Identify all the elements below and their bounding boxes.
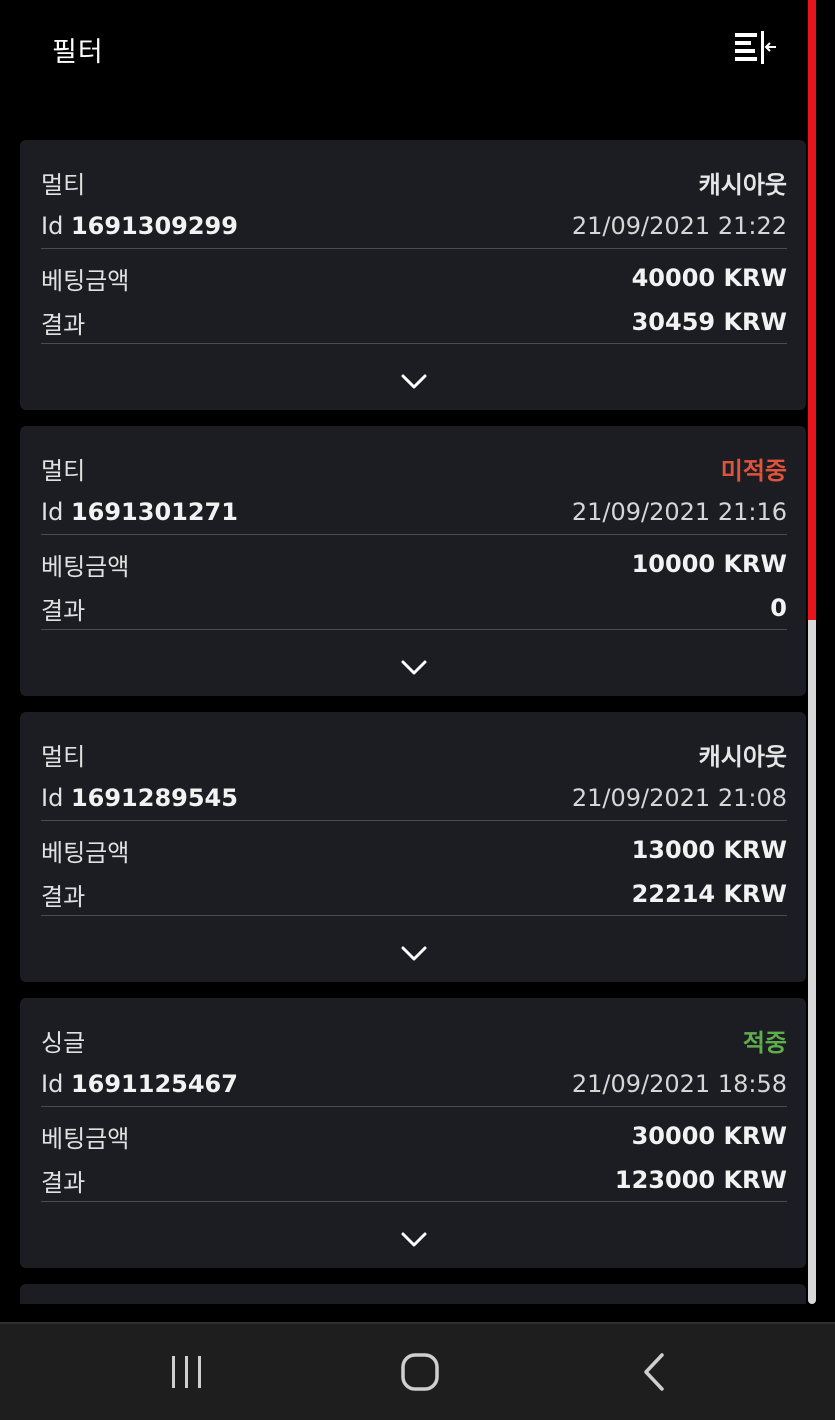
header: 필터 [0, 0, 808, 100]
scrollbar-thumb[interactable] [808, 0, 816, 620]
bet-id-label: Id [41, 784, 64, 812]
result-row: 결과 30459 KRW [41, 304, 787, 340]
system-navbar [0, 1322, 835, 1420]
result-value: 123000 KRW [614, 1166, 787, 1194]
bet-id: Id 1691289545 [41, 784, 238, 812]
home-icon[interactable] [400, 1352, 440, 1392]
bet-id-label: Id [41, 1070, 64, 1098]
chevron-down-icon[interactable] [401, 374, 427, 390]
bet-id-row: Id 1691125467 21/09/2021 18:58 [41, 1066, 787, 1102]
bet-id-label: Id [41, 212, 64, 240]
bet-id-number: 1691301271 [70, 498, 238, 526]
divider [41, 1201, 787, 1202]
bet-id-row: Id 1691301271 21/09/2021 21:16 [41, 494, 787, 530]
stake-row: 베팅금액 40000 KRW [41, 260, 787, 296]
stake-row: 베팅금액 13000 KRW [41, 832, 787, 868]
filter-collapse-icon[interactable] [733, 30, 777, 66]
bet-id: Id 1691301271 [41, 498, 238, 526]
page-title: 필터 [52, 37, 104, 68]
stake-value: 13000 KRW [631, 836, 787, 864]
divider [41, 915, 787, 916]
bet-id-number: 1691289545 [70, 784, 238, 812]
stake-value: 30000 KRW [631, 1122, 787, 1150]
divider [41, 248, 787, 249]
bet-header-row: 싱글 적중 [41, 1022, 787, 1058]
bet-id-label: Id [41, 498, 64, 526]
divider [41, 820, 787, 821]
bet-id: Id 1691309299 [41, 212, 238, 240]
result-row: 결과 22214 KRW [41, 876, 787, 912]
stake-value: 40000 KRW [631, 264, 787, 292]
bet-datetime: 21/09/2021 18:58 [571, 1070, 787, 1098]
bet-header-row: 멀티 미적중 [41, 450, 787, 486]
back-icon[interactable] [636, 1352, 676, 1392]
bet-id-number: 1691125467 [70, 1070, 238, 1098]
result-value: 22214 KRW [631, 880, 787, 908]
result-label: 결과 [41, 310, 86, 339]
bet-history-list: 멀티 캐시아웃 Id 1691309299 21/09/2021 21:22 베… [20, 140, 806, 1304]
stake-label: 베팅금액 [41, 1124, 130, 1153]
divider [41, 343, 787, 344]
bet-header-row: 멀티 캐시아웃 [41, 736, 787, 772]
bet-status: 미적중 [720, 456, 787, 485]
stake-label: 베팅금액 [41, 266, 130, 295]
divider [41, 629, 787, 630]
divider [41, 1106, 787, 1107]
bet-card[interactable]: 멀티 미적중 Id 1691301271 21/09/2021 21:16 베팅… [20, 426, 806, 696]
bet-datetime: 21/09/2021 21:16 [571, 498, 787, 526]
stake-row: 베팅금액 10000 KRW [41, 546, 787, 582]
result-label: 결과 [41, 882, 86, 911]
chevron-down-icon[interactable] [401, 660, 427, 676]
bet-card[interactable]: 멀티 캐시아웃 Id 1691309299 21/09/2021 21:22 베… [20, 140, 806, 410]
bet-type: 멀티 [41, 456, 86, 485]
bet-type: 멀티 [41, 170, 86, 199]
stake-value: 10000 KRW [631, 550, 787, 578]
bet-type: 멀티 [41, 742, 86, 771]
bet-status: 캐시아웃 [698, 170, 787, 199]
stake-label: 베팅금액 [41, 838, 130, 867]
result-label: 결과 [41, 596, 86, 625]
bet-id-row: Id 1691309299 21/09/2021 21:22 [41, 208, 787, 244]
bet-header-row: 멀티 캐시아웃 [41, 164, 787, 200]
recent-apps-icon[interactable] [168, 1352, 208, 1392]
bet-datetime: 21/09/2021 21:08 [571, 784, 787, 812]
bet-id-row: Id 1691289545 21/09/2021 21:08 [41, 780, 787, 816]
result-value: 30459 KRW [631, 308, 787, 336]
bet-id: Id 1691125467 [41, 1070, 238, 1098]
bet-type: 싱글 [41, 1028, 86, 1057]
bet-card[interactable]: 싱글 적중 Id 1691125467 21/09/2021 18:58 베팅금… [20, 998, 806, 1268]
bet-status: 캐시아웃 [698, 742, 787, 771]
result-row: 결과 0 [41, 590, 787, 626]
bet-id-number: 1691309299 [70, 212, 238, 240]
chevron-down-icon[interactable] [401, 946, 427, 962]
stake-row: 베팅금액 30000 KRW [41, 1118, 787, 1154]
result-row: 결과 123000 KRW [41, 1162, 787, 1198]
result-label: 결과 [41, 1168, 86, 1197]
stake-label: 베팅금액 [41, 552, 130, 581]
result-value: 0 [770, 594, 787, 622]
chevron-down-icon[interactable] [401, 1232, 427, 1248]
bet-status: 적중 [742, 1028, 787, 1057]
divider [41, 534, 787, 535]
bet-card[interactable] [20, 1284, 806, 1304]
bet-card[interactable]: 멀티 캐시아웃 Id 1691289545 21/09/2021 21:08 베… [20, 712, 806, 982]
bet-datetime: 21/09/2021 21:22 [571, 212, 787, 240]
app-root: 필터 멀티 캐시아웃 Id 1691309299 21/09/2021 21:2 [0, 0, 835, 1420]
